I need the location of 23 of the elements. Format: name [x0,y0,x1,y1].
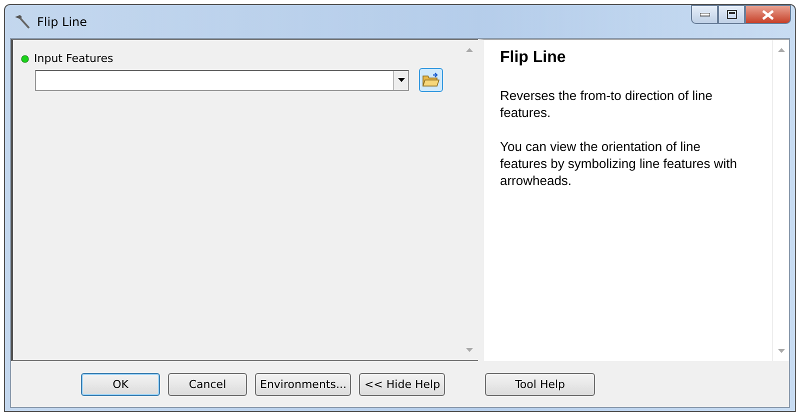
minimize-icon [700,12,710,16]
browse-folder-button[interactable] [419,68,443,92]
folder-icon [422,72,440,88]
window-title: Flip Line [37,14,88,28]
scroll-down-icon[interactable] [466,348,473,352]
maximize-icon [726,10,736,19]
maximize-button[interactable] [718,5,745,24]
scroll-up-icon[interactable] [466,48,473,52]
help-text: Reverses the from-to direction of line features. [500,87,714,121]
dialog-button[interactable]: OK [81,372,160,396]
minimize-button[interactable] [691,5,718,24]
dialog-button[interactable]: << Hide Help [359,372,446,396]
help-text: You can view the orientation of line features by symbolizing line features with arrowheads. [500,138,738,189]
scroll-up-icon[interactable] [778,48,784,52]
dialog-button[interactable]: Environments... [255,372,352,396]
dialog-button[interactable]: Tool Help [485,372,596,396]
hammer-icon [13,14,31,30]
close-button[interactable] [745,5,791,24]
help-title: Flip Line [500,49,567,67]
parameter-label: Input Features [34,52,114,65]
dialog-button[interactable]: Cancel [168,372,247,396]
close-icon [762,10,774,20]
scroll-down-icon[interactable] [778,349,784,353]
